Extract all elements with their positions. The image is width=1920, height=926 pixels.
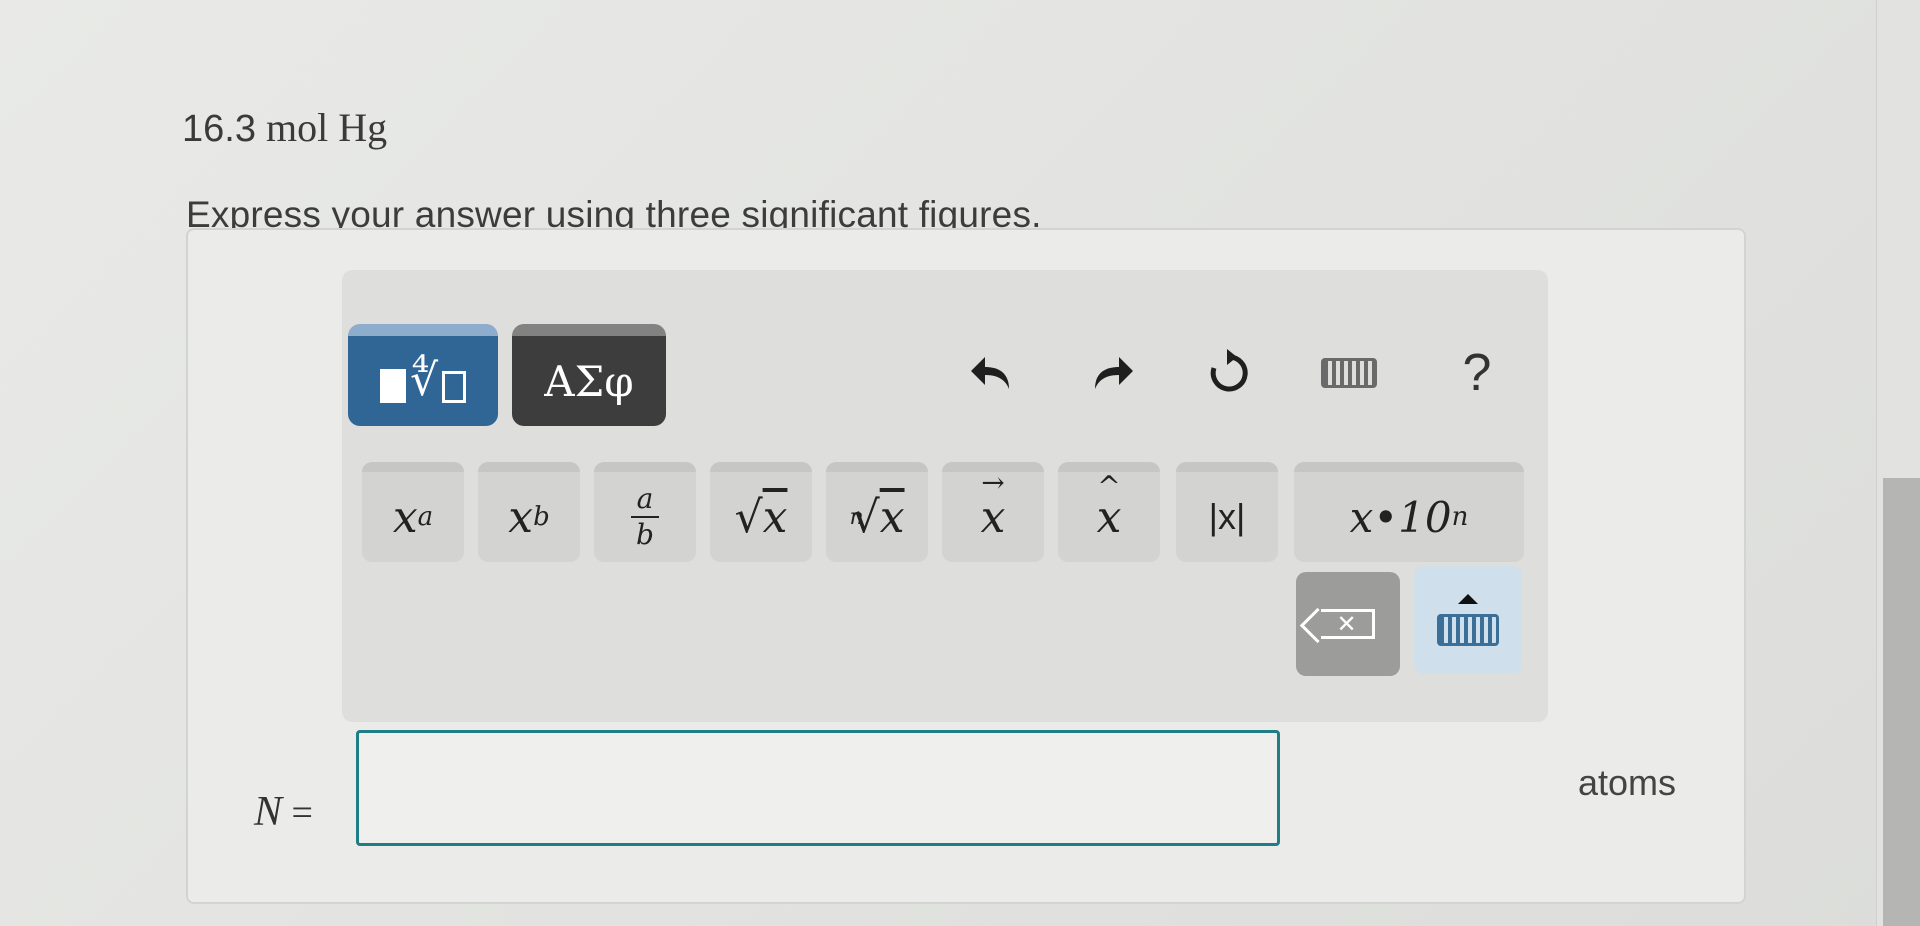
redo-icon [1095, 357, 1133, 389]
sci-notation-base: x•10 [1349, 492, 1452, 542]
expand-arrow-icon [1458, 594, 1478, 604]
subscript-key[interactable]: xb [478, 462, 580, 562]
sci-notation-exp: n [1451, 502, 1469, 532]
sqrt-radicand: x [762, 491, 788, 543]
fraction-numerator: a [636, 482, 654, 515]
answer-variable: N [254, 789, 283, 835]
help-button[interactable]: ? [1442, 338, 1512, 408]
template-box-solid [379, 369, 406, 403]
redo-button[interactable] [1076, 338, 1146, 408]
nth-root-sign: √ [851, 491, 880, 543]
absolute-value-label: |x| [1208, 496, 1246, 537]
keyboard-toggle-icon [1437, 614, 1499, 646]
answer-equals: = [291, 792, 313, 834]
fraction-denominator: b [636, 518, 654, 551]
backspace-button[interactable]: ✕ [1296, 572, 1400, 676]
superscript-key[interactable]: xa [362, 462, 464, 562]
problem-quantity: 16.3 mol Hg [182, 104, 387, 151]
keyboard-shortcuts-button[interactable] [1314, 338, 1384, 408]
keyboard-icon [1321, 358, 1377, 388]
reset-icon [1210, 349, 1248, 392]
symbols-tab-label: ΑΣφ [544, 356, 634, 406]
reset-button[interactable] [1194, 338, 1264, 408]
page-scrollbar-thumb[interactable] [1883, 478, 1920, 926]
template-box-outline [442, 371, 467, 403]
fraction-key[interactable]: a b [594, 462, 696, 562]
fraction-icon: a b [631, 485, 659, 549]
undo-icon [971, 357, 1009, 389]
scientific-notation-key[interactable]: x•10 n [1294, 462, 1524, 562]
vector-key[interactable]: x [942, 462, 1044, 562]
templates-tab[interactable]: ∜ [348, 324, 498, 426]
sqrt-key[interactable]: √ x [710, 462, 812, 562]
answer-units: atoms [1578, 762, 1677, 803]
superscript-base: x [392, 491, 418, 543]
subscript-base: x [508, 491, 534, 543]
nth-root-key[interactable]: n √ x [826, 462, 928, 562]
subscript-sub: b [533, 502, 550, 532]
superscript-exp: a [417, 502, 434, 532]
unit-vector-icon: x [1097, 492, 1122, 543]
answer-variable-label: N = [254, 788, 313, 836]
keyboard-toggle-button[interactable] [1414, 566, 1522, 674]
quantity-unit: mol Hg [265, 105, 388, 150]
help-icon: ? [1462, 344, 1492, 402]
nth-root-radicand: x [879, 491, 905, 543]
symbols-tab[interactable]: ΑΣφ [512, 324, 666, 426]
template-root-symbol: ∜ [409, 355, 439, 406]
absolute-value-key[interactable]: |x| [1176, 462, 1278, 562]
quantity-value: 16.3 [182, 108, 256, 150]
undo-button[interactable] [958, 338, 1028, 408]
page-scrollbar-track [1876, 0, 1920, 926]
backspace-icon: ✕ [1321, 609, 1375, 639]
unit-vector-key[interactable]: x [1058, 462, 1160, 562]
answer-input[interactable] [356, 730, 1280, 846]
sqrt-sign: √ [734, 491, 763, 543]
templates-icon: ∜ [379, 355, 467, 406]
vector-icon: x [981, 492, 1006, 543]
